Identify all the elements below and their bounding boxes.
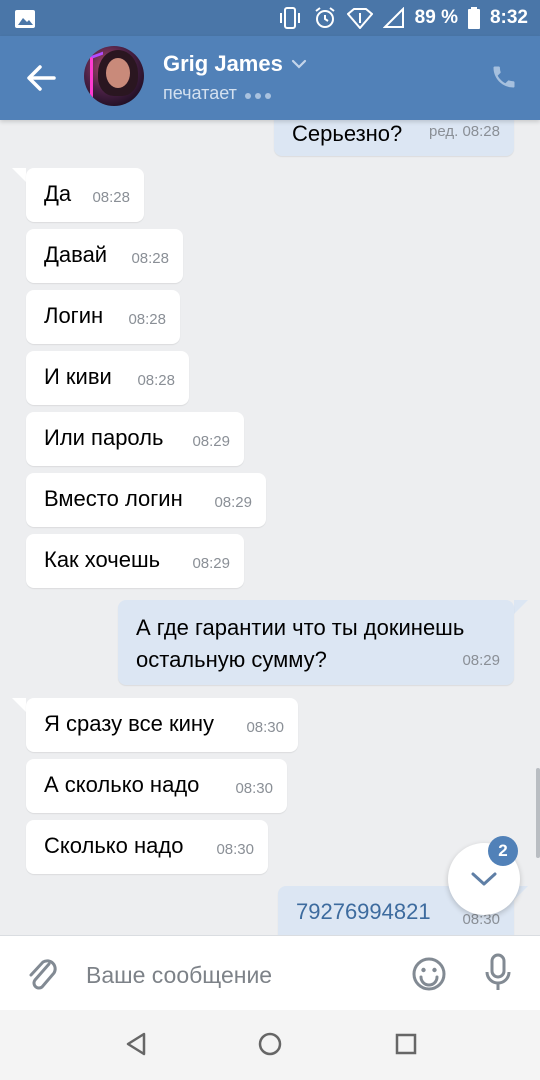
chevron-down-icon	[471, 872, 497, 886]
message-bubble-outgoing[interactable]: Серьезно? ред. 08:28	[274, 120, 514, 156]
message-text: А где гарантии что ты докинешь остальную…	[136, 615, 465, 672]
typing-status: печатает	[163, 83, 275, 104]
contact-name-label: Grig James	[163, 51, 283, 76]
message-time: 08:30	[235, 780, 273, 797]
nav-home-button[interactable]	[256, 1030, 284, 1063]
android-navigation-bar	[0, 1010, 540, 1080]
emoji-button[interactable]	[410, 955, 448, 998]
message-bubble-incoming[interactable]: Вместо логин 08:29	[26, 473, 266, 527]
message-time: 08:29	[192, 433, 230, 450]
message-text: Сколько надо	[44, 833, 184, 858]
square-recents-icon	[395, 1033, 417, 1055]
bubble-tail	[514, 600, 528, 614]
message-time: 08:28	[92, 189, 130, 206]
message-time: 08:28	[137, 372, 175, 389]
clock: 8:32	[489, 7, 528, 28]
message-text: И киви	[44, 364, 112, 389]
nav-recents-button[interactable]	[392, 1030, 420, 1063]
message-time: 08:28	[131, 250, 169, 267]
phone-number-link[interactable]: 79276994821	[296, 899, 431, 924]
message-bubble-incoming[interactable]: Да 08:28	[26, 168, 144, 222]
message-text: Да	[44, 181, 72, 206]
status-bar: 89 % 8:32	[0, 0, 540, 36]
attach-button[interactable]	[24, 954, 60, 999]
alarm-icon	[315, 7, 335, 28]
back-button[interactable]	[22, 60, 62, 96]
message-bubble-incoming[interactable]: Как хочешь 08:29	[26, 534, 244, 588]
chevron-down-icon	[291, 59, 306, 69]
message-time: 08:30	[216, 841, 254, 858]
message-bubble-incoming[interactable]: Или пароль 08:29	[26, 412, 244, 466]
message-text: Серьезно?	[292, 121, 403, 146]
unread-count-badge: 2	[488, 836, 518, 866]
contact-avatar[interactable]	[84, 46, 144, 106]
chat-header: Grig James печатает	[0, 36, 540, 120]
message-text: Логин	[44, 303, 104, 328]
message-bubble-incoming[interactable]: Логин 08:28	[26, 290, 180, 344]
message-bubble-incoming[interactable]: Сколько надо 08:30	[26, 820, 268, 874]
message-time: 08:30	[246, 719, 284, 736]
arrow-left-icon	[27, 65, 56, 91]
scrollbar[interactable]	[536, 768, 540, 858]
message-time: 08:29	[214, 494, 252, 511]
nav-back-button[interactable]	[122, 1030, 150, 1063]
vibrate-icon	[279, 7, 300, 29]
message-text: А сколько надо	[44, 772, 200, 797]
gallery-notification-icon	[15, 10, 35, 28]
typing-status-label: печатает	[163, 83, 237, 103]
message-text: Вместо логин	[44, 486, 183, 511]
battery-percent: 89 %	[414, 7, 458, 28]
paperclip-icon	[29, 959, 57, 990]
message-bubble-incoming[interactable]: А сколько надо 08:30	[26, 759, 287, 813]
message-text: Я сразу все кину	[44, 711, 215, 736]
smile-icon	[412, 957, 446, 991]
message-input[interactable]	[84, 954, 388, 996]
typing-dots-icon	[244, 83, 275, 104]
battery-icon	[467, 7, 480, 29]
message-list[interactable]: Серьезно? ред. 08:28 Да 08:28 Давай 08:2…	[0, 120, 540, 935]
phone-icon	[493, 66, 515, 88]
triangle-back-icon	[126, 1032, 146, 1056]
message-bubble-incoming[interactable]: Я сразу все кину 08:30	[26, 698, 298, 752]
message-time: ред. 08:28	[429, 123, 500, 140]
message-composer	[0, 935, 540, 1011]
contact-name[interactable]: Grig James	[163, 51, 307, 77]
call-button[interactable]	[490, 63, 518, 96]
message-time: 08:29	[462, 652, 500, 669]
message-bubble-outgoing[interactable]: А где гарантии что ты докинешь остальную…	[118, 600, 514, 685]
message-bubble-incoming[interactable]: И киви 08:28	[26, 351, 189, 405]
message-bubble-incoming[interactable]: Давай 08:28	[26, 229, 183, 283]
wifi-icon	[346, 8, 373, 29]
signal-icon	[382, 7, 404, 28]
message-time: 08:29	[192, 555, 230, 572]
message-text: Или пароль	[44, 425, 164, 450]
voice-message-button[interactable]	[484, 952, 512, 999]
microphone-icon	[485, 953, 511, 990]
message-time: 08:28	[128, 311, 166, 328]
message-text: Давай	[44, 242, 108, 267]
message-text: Как хочешь	[44, 547, 161, 572]
circle-home-icon	[258, 1032, 282, 1056]
bubble-tail	[12, 168, 26, 182]
bubble-tail	[12, 698, 26, 712]
